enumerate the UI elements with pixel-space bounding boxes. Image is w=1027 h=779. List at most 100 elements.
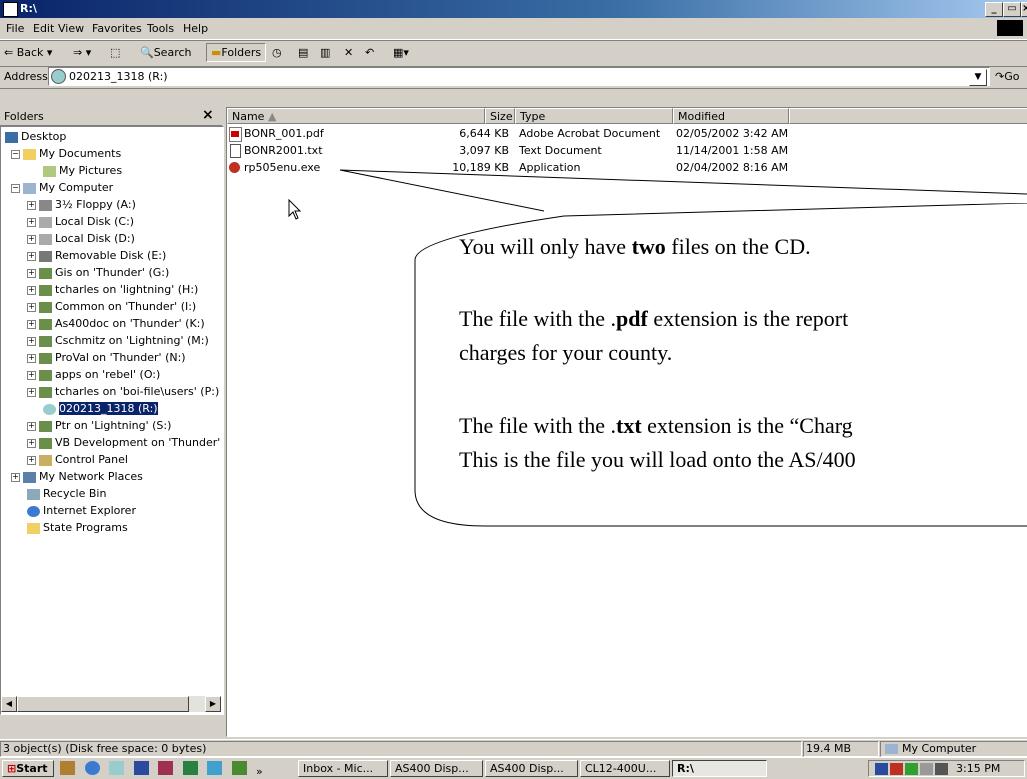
- menu-favorites[interactable]: Favorites: [92, 22, 142, 35]
- expand-icon[interactable]: +: [27, 217, 36, 227]
- tray-status-icon[interactable]: [905, 763, 918, 775]
- folders-pane-close-button[interactable]: ×: [202, 107, 214, 123]
- network-drive-icon: [39, 437, 52, 449]
- menu-edit[interactable]: Edit: [33, 22, 54, 35]
- tray-antivirus-icon[interactable]: [890, 763, 903, 775]
- expand-icon[interactable]: +: [27, 370, 36, 380]
- menu-view[interactable]: View: [58, 22, 84, 35]
- ie-shortcut-icon[interactable]: [84, 761, 100, 775]
- collapse-icon[interactable]: −: [11, 183, 20, 193]
- forward-button[interactable]: ⇒ ▾: [73, 46, 91, 59]
- delete-button[interactable]: ✕: [344, 46, 353, 59]
- tree-item-gis-g[interactable]: + Gis on 'Thunder' (G:): [27, 265, 169, 281]
- tree-item-removable-e[interactable]: + Removable Disk (E:): [27, 248, 166, 264]
- tree-item-state-programs[interactable]: State Programs: [27, 520, 128, 536]
- folders-pane-header: Folders ×: [0, 107, 222, 126]
- callout-line-1: You will only have two files on the CD.: [459, 234, 811, 259]
- powerpoint-shortcut-icon[interactable]: [158, 761, 173, 775]
- app-shortcut-icon[interactable]: [231, 761, 247, 775]
- tree-item-cschmitz-m[interactable]: + Cschmitz on 'Lightning' (M:): [27, 333, 209, 349]
- clock[interactable]: 3:15 PM: [956, 762, 1000, 775]
- tree-item-local-d[interactable]: + Local Disk (D:): [27, 231, 135, 247]
- address-input[interactable]: 020213_1318 (R:): [48, 67, 990, 86]
- scroll-right-button[interactable]: ▶: [205, 696, 221, 712]
- history-button[interactable]: ◷: [272, 46, 282, 59]
- tree-item-my-computer[interactable]: − My Computer: [11, 180, 113, 196]
- expand-icon[interactable]: +: [27, 319, 36, 329]
- tree-item-vb-development[interactable]: + VB Development on 'Thunder' (: [27, 435, 223, 451]
- tree-item-control-panel[interactable]: + Control Panel: [27, 452, 128, 468]
- tree-item-apps-o[interactable]: + apps on 'rebel' (O:): [27, 367, 160, 383]
- close-button[interactable]: ×: [1021, 2, 1027, 17]
- tree-item-tcharles-h[interactable]: + tcharles on 'lightning' (H:): [27, 282, 198, 298]
- expand-icon[interactable]: +: [27, 268, 36, 278]
- tree-label: Ptr on 'Lightning' (S:): [55, 419, 172, 432]
- desktop-shortcut-icon[interactable]: [60, 761, 75, 775]
- expand-icon[interactable]: +: [27, 421, 36, 431]
- folders-button[interactable]: ▬Folders: [206, 43, 267, 62]
- expand-icon[interactable]: +: [27, 336, 36, 346]
- task-as400-2[interactable]: AS400 Disp...: [485, 760, 578, 777]
- expand-icon[interactable]: +: [27, 234, 36, 244]
- tree-item-network-places[interactable]: + My Network Places: [11, 469, 143, 485]
- menu-tools[interactable]: Tools: [147, 22, 174, 35]
- start-button[interactable]: ⊞Start: [2, 760, 54, 777]
- expand-icon[interactable]: +: [27, 285, 36, 295]
- up-folder-button[interactable]: ⬚: [110, 46, 120, 59]
- menu-help[interactable]: Help: [183, 22, 208, 35]
- tree-item-tcharles-p[interactable]: + tcharles on 'boi-file\users' (P:): [27, 384, 219, 400]
- title-bar[interactable]: R:\ _ ▭ ×: [0, 0, 1027, 18]
- address-dropdown[interactable]: ▼: [969, 69, 987, 86]
- tree-item-my-pictures[interactable]: My Pictures: [43, 163, 122, 179]
- maximize-button[interactable]: ▭: [1003, 2, 1021, 17]
- tree-item-r-drive[interactable]: 020213_1318 (R:): [43, 401, 158, 417]
- tree-item-proval-n[interactable]: + ProVal on 'Thunder' (N:): [27, 350, 186, 366]
- expand-icon[interactable]: +: [11, 472, 20, 482]
- tray-device-icon[interactable]: [920, 763, 933, 775]
- outlook-shortcut-icon[interactable]: [207, 761, 222, 775]
- explorer-shortcut-icon[interactable]: [109, 761, 124, 775]
- word-shortcut-icon[interactable]: [133, 761, 149, 775]
- expand-icon[interactable]: +: [27, 302, 36, 312]
- search-button[interactable]: 🔍Search: [140, 46, 192, 59]
- task-cl12[interactable]: CL12-400U...: [580, 760, 670, 777]
- excel-shortcut-icon[interactable]: [182, 761, 198, 775]
- expand-icon[interactable]: +: [27, 387, 36, 397]
- go-button[interactable]: ↷Go: [995, 70, 1019, 83]
- scroll-thumb[interactable]: [17, 696, 189, 712]
- window-title: R:\: [20, 2, 37, 15]
- task-label: CL12-400U...: [585, 762, 657, 775]
- history-icon: ◷: [272, 46, 282, 59]
- task-inbox[interactable]: Inbox - Mic...: [298, 760, 388, 777]
- minimize-button[interactable]: _: [985, 2, 1003, 17]
- tree-item-ptr-s[interactable]: + Ptr on 'Lightning' (S:): [27, 418, 171, 434]
- tree-item-common-i[interactable]: + Common on 'Thunder' (I:): [27, 299, 196, 315]
- tree-hscrollbar[interactable]: ◀ ▶: [1, 696, 221, 712]
- tray-network-icon[interactable]: [875, 763, 888, 775]
- tree-item-local-c[interactable]: + Local Disk (C:): [27, 214, 134, 230]
- tree-item-recycle-bin[interactable]: Recycle Bin: [27, 486, 106, 502]
- menu-file[interactable]: File: [6, 22, 24, 35]
- move-to-button[interactable]: ▤: [298, 46, 308, 59]
- task-r-drive[interactable]: R:\: [672, 760, 767, 777]
- expand-icon[interactable]: +: [27, 200, 36, 210]
- tray-printer-icon[interactable]: [935, 763, 948, 775]
- tree-item-desktop[interactable]: Desktop: [5, 129, 66, 145]
- views-button[interactable]: ▦▾: [393, 46, 409, 59]
- tree-item-my-documents[interactable]: − My Documents: [11, 146, 121, 162]
- expand-icon[interactable]: +: [27, 455, 36, 465]
- undo-button[interactable]: ↶: [365, 46, 374, 59]
- tree-item-floppy[interactable]: +3½ Floppy (A:): [27, 197, 136, 213]
- expand-icon[interactable]: +: [27, 353, 36, 363]
- callout-line-3: charges for your county.: [459, 340, 673, 365]
- back-button[interactable]: ⇐ Back ▾: [4, 46, 52, 59]
- tree-item-internet-explorer[interactable]: Internet Explorer: [27, 503, 136, 519]
- more-shortcuts-button[interactable]: »: [256, 765, 263, 778]
- scroll-left-button[interactable]: ◀: [1, 696, 17, 712]
- collapse-icon[interactable]: −: [11, 149, 20, 159]
- tree-item-as400doc-k[interactable]: + As400doc on 'Thunder' (K:): [27, 316, 205, 332]
- copy-to-button[interactable]: ▥: [320, 46, 330, 59]
- task-as400-1[interactable]: AS400 Disp...: [390, 760, 483, 777]
- expand-icon[interactable]: +: [27, 438, 36, 448]
- expand-icon[interactable]: +: [27, 251, 36, 261]
